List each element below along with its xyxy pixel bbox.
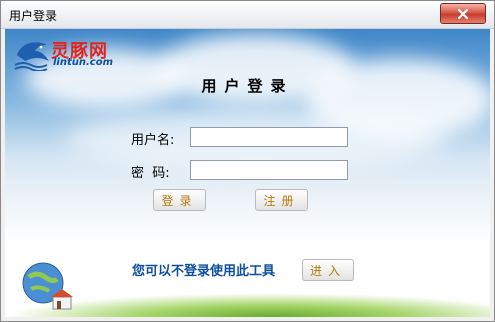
dolphin-logo-icon [14, 42, 49, 71]
window-title: 用户登录 [9, 9, 58, 23]
register-button[interactable]: 注册 [255, 189, 308, 211]
close-icon [457, 8, 469, 19]
close-button[interactable] [440, 3, 486, 24]
logo-domain: lintun.com [53, 57, 114, 68]
form-heading: 用户登录 [201, 77, 294, 95]
username-input[interactable] [190, 127, 348, 147]
password-input[interactable] [190, 160, 348, 180]
enter-button[interactable]: 进入 [302, 259, 354, 281]
username-label: 用户名: [131, 133, 175, 148]
password-label: 密 码: [131, 166, 170, 181]
login-window: 用户登录 灵豚网 lintun.com 用户登录 用户名: 密 码: 登录 注册… [0, 0, 495, 322]
skip-login-tip: 您可以不登录使用此工具 [132, 264, 276, 279]
login-button[interactable]: 登录 [153, 189, 206, 211]
site-logo: 灵豚网 lintun.com [13, 35, 143, 71]
login-panel: 灵豚网 lintun.com 用户登录 用户名: 密 码: 登录 注册 您可以不… [5, 29, 490, 317]
title-bar[interactable]: 用户登录 [1, 1, 494, 29]
globe-icon [22, 262, 73, 310]
